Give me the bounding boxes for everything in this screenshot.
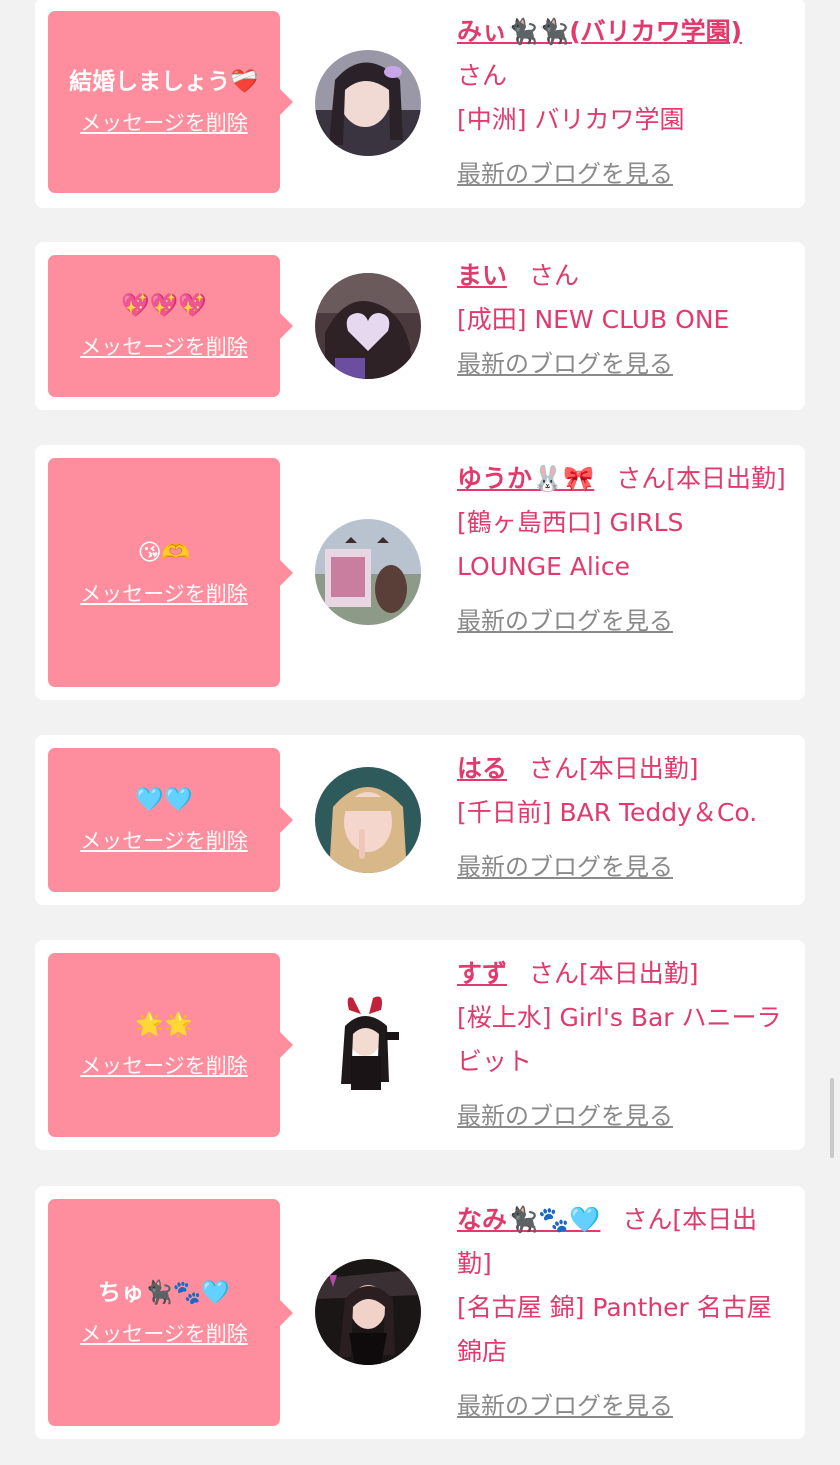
latest-blog-link[interactable]: 最新のブログを見る — [457, 1094, 673, 1138]
san-label: さん — [616, 464, 667, 493]
latest-blog-link[interactable]: 最新のブログを見る — [457, 599, 673, 643]
shop-name: [名古屋 錦] Panther 名古屋錦店 — [457, 1293, 772, 1366]
delete-message-link[interactable]: メッセージを削除 — [80, 825, 248, 855]
status-label: [本日出勤] — [666, 464, 786, 493]
message-bubble: 🩵🩵 メッセージを削除 — [48, 748, 293, 892]
scrollbar[interactable] — [830, 1078, 834, 1158]
message-text: 😘🫶 — [137, 539, 191, 566]
message-text: 🌟🌟 — [135, 1012, 193, 1038]
girl-name-link[interactable]: みぃ🐈‍⬛🐈‍⬛(バリカワ学園) — [457, 17, 742, 46]
message-text: 結婚しましょう❤️‍🩹 — [69, 69, 259, 95]
message-bubble: 💖💖💖 メッセージを削除 — [48, 255, 293, 397]
girl-name-link[interactable]: はる — [457, 754, 507, 783]
girl-name-link[interactable]: なみ🐈‍⬛🐾🩵 — [457, 1205, 600, 1234]
message-card: 💖💖💖 メッセージを削除 まい さん [成田] NEW CLUB ONE 最新のブ… — [35, 242, 805, 410]
girl-name-link[interactable]: まい — [457, 261, 507, 290]
message-text: ちゅ🐈‍⬛🐾🩵 — [98, 1279, 230, 1306]
shop-name: [桜上水] Girl's Bar ハニーラビット — [457, 1003, 782, 1076]
delete-message-link[interactable]: メッセージを削除 — [80, 1318, 248, 1348]
message-bubble: 😘🫶 メッセージを削除 — [48, 458, 293, 687]
shop-name: [千日前] BAR Teddy＆Co. — [457, 798, 758, 827]
delete-message-link[interactable]: メッセージを削除 — [80, 107, 248, 137]
delete-message-link[interactable]: メッセージを削除 — [80, 331, 248, 361]
shop-name: [成田] NEW CLUB ONE — [457, 305, 730, 334]
avatar[interactable] — [315, 50, 421, 156]
message-card: 😘🫶 メッセージを削除 ゆうか🐰🎀 さん[本日出勤] [鶴ヶ島西口] GIRLS … — [35, 445, 805, 700]
san-label: さん — [529, 754, 580, 783]
san-label: さん — [457, 61, 508, 90]
latest-blog-link[interactable]: 最新のブログを見る — [457, 845, 673, 889]
san-label: さん — [529, 261, 580, 290]
shop-name: [鶴ヶ島西口] GIRLS LOUNGE Alice — [457, 508, 684, 581]
message-bubble: ちゅ🐈‍⬛🐾🩵 メッセージを削除 — [48, 1199, 293, 1426]
girl-info: まい さん [成田] NEW CLUB ONE 最新のブログを見る — [457, 254, 791, 386]
latest-blog-link[interactable]: 最新のブログを見る — [457, 152, 673, 196]
girl-info: すず さん[本日出勤] [桜上水] Girl's Bar ハニーラビット 最新のブ… — [457, 952, 791, 1138]
message-bubble: 結婚しましょう❤️‍🩹 メッセージを削除 — [48, 11, 293, 193]
avatar[interactable] — [315, 273, 421, 379]
avatar[interactable] — [315, 992, 421, 1098]
latest-blog-link[interactable]: 最新のブログを見る — [457, 1384, 673, 1428]
shop-name: [中洲] バリカワ学園 — [457, 105, 685, 134]
message-text: 🩵🩵 — [135, 787, 193, 813]
avatar[interactable] — [315, 767, 421, 873]
avatar[interactable] — [315, 1259, 421, 1365]
message-card: 🩵🩵 メッセージを削除 はる さん[本日出勤] [千日前] BAR Teddy＆C… — [35, 735, 805, 905]
latest-blog-link[interactable]: 最新のブログを見る — [457, 342, 673, 386]
delete-message-link[interactable]: メッセージを削除 — [80, 1050, 248, 1080]
message-text: 💖💖💖 — [121, 293, 207, 319]
girl-info: はる さん[本日出勤] [千日前] BAR Teddy＆Co. 最新のブログを見る — [457, 747, 791, 889]
status-label: [本日出勤] — [579, 754, 699, 783]
message-card: 結婚しましょう❤️‍🩹 メッセージを削除 みぃ🐈‍⬛🐈‍⬛(バリカワ学園) さん… — [35, 0, 805, 208]
message-card: ちゅ🐈‍⬛🐾🩵 メッセージを削除 なみ🐈‍⬛🐾🩵 さん[本日出勤] [名古屋 錦]… — [35, 1186, 805, 1439]
message-list: 結婚しましょう❤️‍🩹 メッセージを削除 みぃ🐈‍⬛🐈‍⬛(バリカワ学園) さん… — [0, 0, 840, 1465]
girl-name-link[interactable]: ゆうか🐰🎀 — [457, 464, 594, 493]
girl-info: ゆうか🐰🎀 さん[本日出勤] [鶴ヶ島西口] GIRLS LOUNGE Alice… — [457, 457, 791, 643]
girl-name-link[interactable]: すず — [457, 959, 507, 988]
message-card: 🌟🌟 メッセージを削除 すず さん[本日出勤] [桜上水] Girl's Bar … — [35, 940, 805, 1150]
san-label: さん — [622, 1205, 673, 1234]
message-bubble: 🌟🌟 メッセージを削除 — [48, 953, 293, 1137]
status-label: [本日出勤] — [579, 959, 699, 988]
delete-message-link[interactable]: メッセージを削除 — [80, 578, 248, 608]
girl-info: みぃ🐈‍⬛🐈‍⬛(バリカワ学園) さん [中洲] バリカワ学園 最新のブログを見… — [457, 10, 791, 196]
avatar[interactable] — [315, 519, 421, 625]
san-label: さん — [529, 959, 580, 988]
girl-info: なみ🐈‍⬛🐾🩵 さん[本日出勤] [名古屋 錦] Panther 名古屋錦店 最新… — [457, 1198, 791, 1428]
